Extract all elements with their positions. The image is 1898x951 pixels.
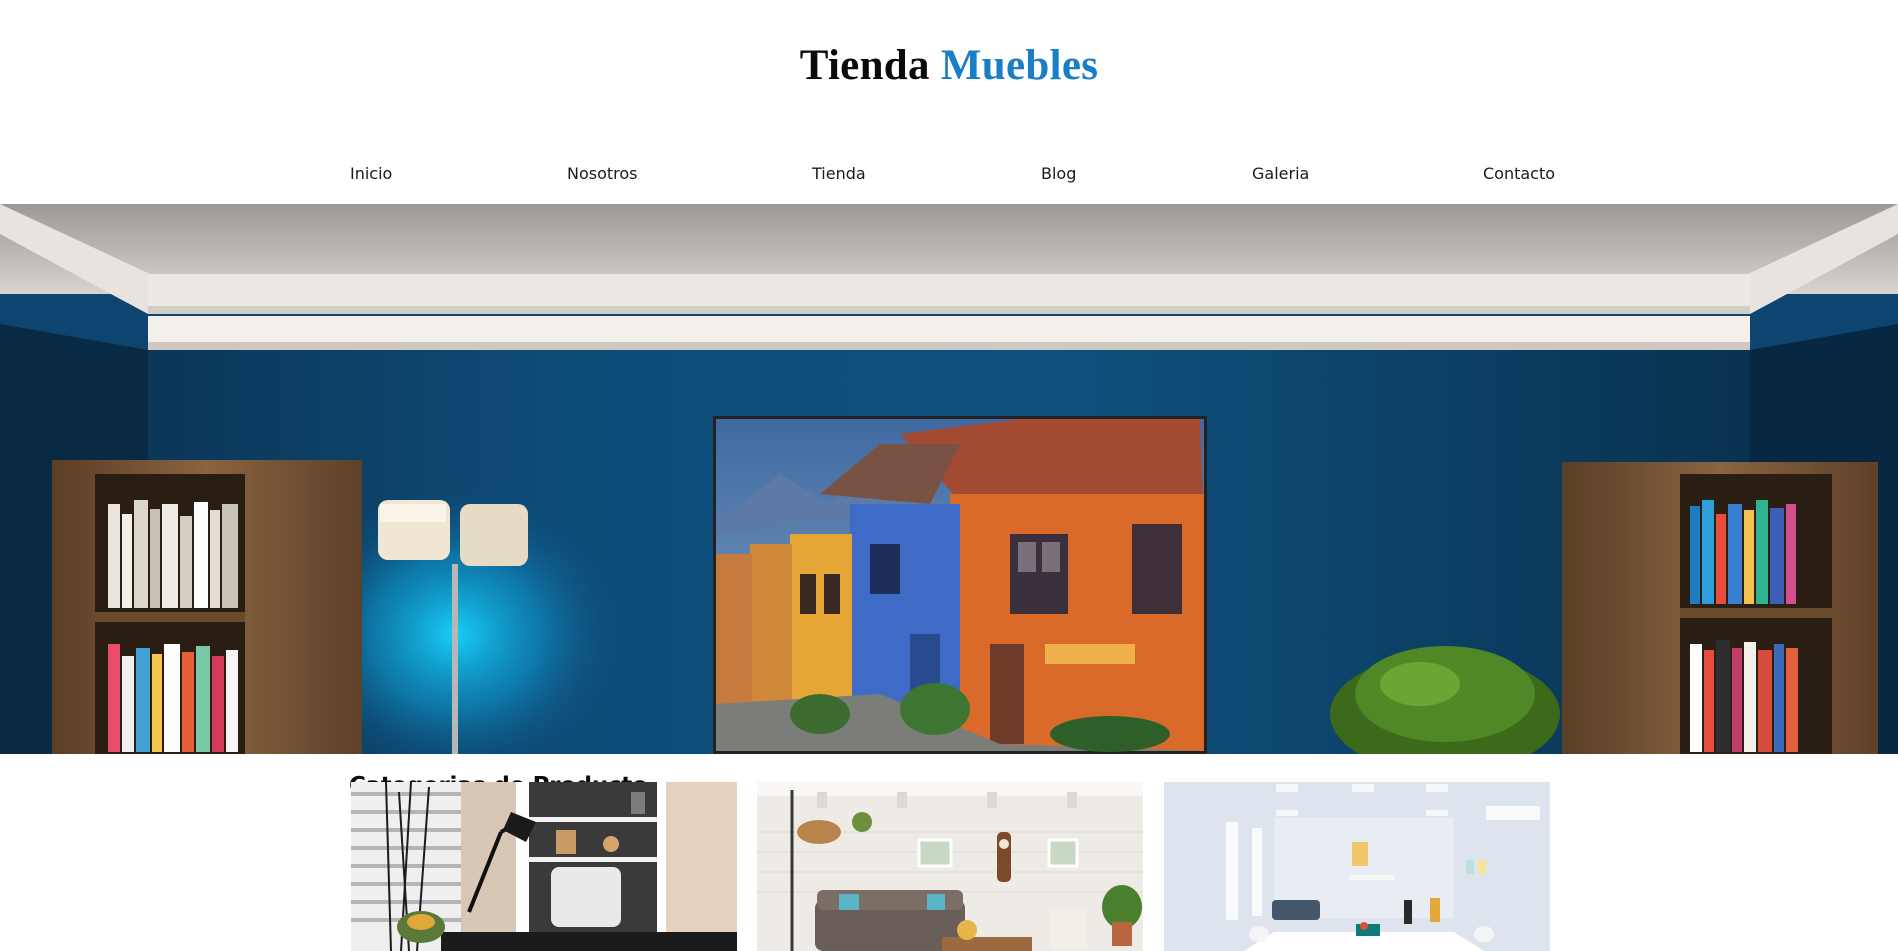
nav-item-galeria[interactable]: Galeria — [1252, 164, 1309, 183]
logo-word-muebles: Muebles — [940, 42, 1099, 89]
nav-item-tienda[interactable]: Tienda — [812, 164, 866, 183]
category-image-office — [351, 782, 737, 951]
site-logo[interactable]: Tienda Muebles — [0, 44, 1898, 87]
main-nav: Inicio Nosotros Tienda Blog Galeria Cont… — [350, 164, 1555, 186]
hero-image — [0, 204, 1898, 754]
category-card-office[interactable] — [351, 782, 737, 951]
nav-item-nosotros[interactable]: Nosotros — [567, 164, 638, 183]
page: Tienda Muebles Inicio Nosotros Tienda Bl… — [0, 0, 1898, 951]
nav-item-inicio[interactable]: Inicio — [350, 164, 392, 183]
category-image-living-room — [757, 782, 1143, 951]
category-card-dining-room[interactable] — [1164, 782, 1550, 951]
hero-banner — [0, 204, 1898, 754]
nav-item-blog[interactable]: Blog — [1041, 164, 1076, 183]
site-header: Tienda Muebles — [0, 0, 1898, 120]
logo-word-tienda: Tienda — [799, 42, 930, 89]
nav-item-contacto[interactable]: Contacto — [1483, 164, 1555, 183]
category-card-living-room[interactable] — [757, 782, 1143, 951]
category-image-dining-room — [1164, 782, 1550, 951]
